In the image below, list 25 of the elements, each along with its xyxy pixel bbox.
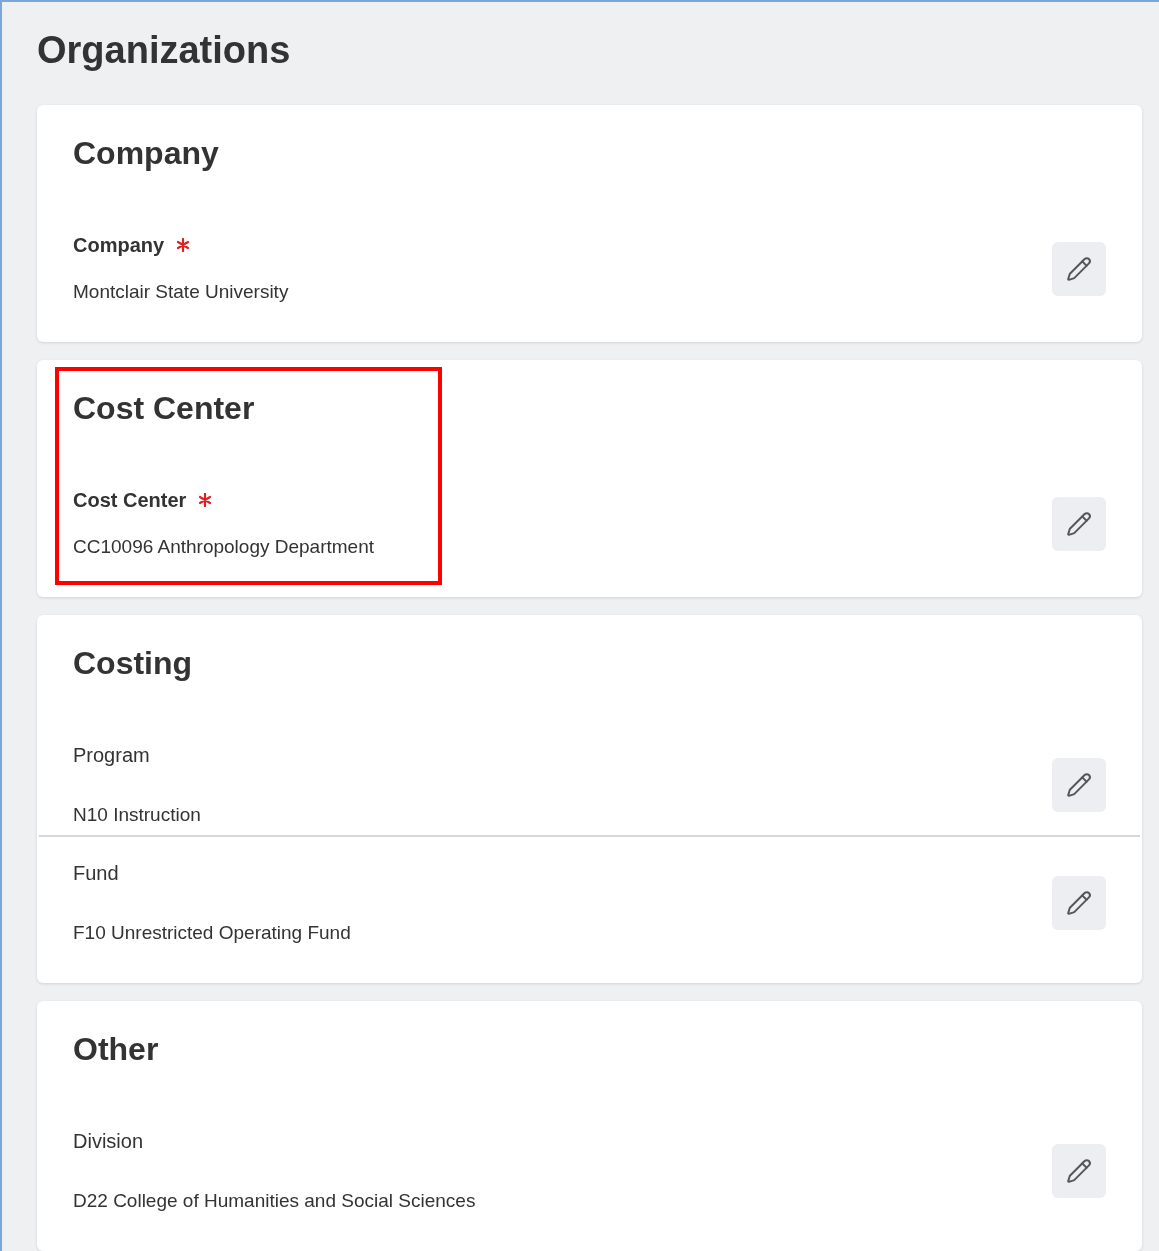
field-value: CC10096 Anthropology Department	[73, 535, 375, 559]
edit-button[interactable]	[1052, 1144, 1106, 1198]
edit-button[interactable]	[1052, 876, 1106, 930]
edit-button[interactable]	[1052, 241, 1106, 296]
field-label: Fund	[73, 861, 119, 885]
pencil-icon	[1066, 1158, 1092, 1184]
pencil-icon	[1066, 772, 1092, 798]
field-label: Company	[73, 233, 165, 257]
edit-button[interactable]	[1052, 758, 1106, 812]
section-title: Other	[73, 1030, 160, 1069]
section-title: Company	[73, 134, 220, 173]
field-label: Division	[73, 1129, 144, 1153]
page-title: Organizations	[37, 28, 292, 73]
field-value: D22 College of Humanities and Social Sciences	[73, 1189, 476, 1213]
section-title: Costing	[73, 644, 194, 683]
field-label: Cost Center	[73, 488, 187, 512]
pencil-icon	[1066, 510, 1092, 537]
field-value: Montclair State University	[73, 280, 289, 304]
section-title: Cost Center	[73, 389, 256, 428]
field-value: F10 Unrestricted Operating Fund	[73, 921, 351, 945]
field-label: Program	[73, 743, 150, 767]
pencil-icon	[1066, 890, 1092, 916]
field-value: N10 Instruction	[73, 803, 201, 827]
pencil-icon	[1066, 255, 1092, 282]
edit-button[interactable]	[1052, 496, 1106, 551]
